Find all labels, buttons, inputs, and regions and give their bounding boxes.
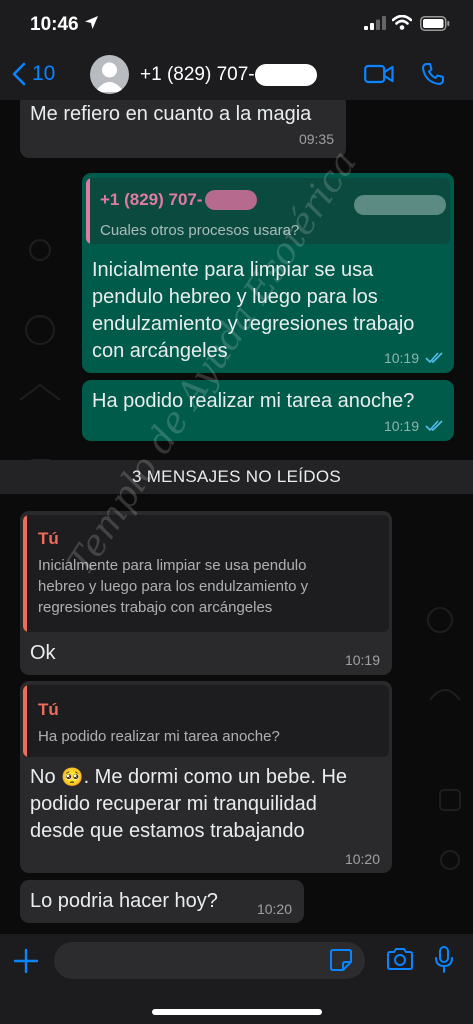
message-incoming[interactable]: Lo podria hacer hoy? 10:20 [20, 880, 304, 923]
message-text: Me refiero en cuanto a la magia [30, 103, 312, 125]
quote-text: Cuales otros procesos usara? [100, 222, 300, 239]
quote-author: Tú [38, 700, 59, 719]
unread-divider: 3 MENSAJES NO LEÍDOS [0, 460, 473, 494]
message-time: 10:20 [256, 901, 292, 917]
avatar-icon[interactable] [90, 55, 129, 94]
pleading-face-emoji: 🥺 [61, 767, 84, 787]
double-check-icon [425, 420, 443, 432]
message-input[interactable] [54, 942, 365, 979]
quote-author: Tú [38, 529, 59, 548]
quote-text: Inicialmente para limpiar se usa pendulo… [38, 557, 309, 616]
plus-icon[interactable] [13, 948, 39, 979]
message-text: Lo podria hacer hoy? [30, 890, 218, 912]
phone-icon[interactable] [421, 62, 445, 91]
quote-text: Ha podido realizar mi tarea anoche? [38, 728, 280, 745]
quote-bar [23, 515, 27, 632]
message-text: Ok [30, 642, 56, 664]
quoted-message[interactable]: Tú Inicialmente para limpiar se usa pend… [23, 515, 389, 632]
wifi-icon [391, 14, 413, 35]
quoted-message[interactable]: +1 (829) 707- Cuales otros procesos usar… [86, 178, 450, 244]
contact-name[interactable]: +1 (829) 707- [140, 64, 317, 86]
chat-header: 10 +1 (829) 707- [0, 50, 473, 100]
quote-bar [86, 178, 90, 244]
chat-area[interactable]: Me refiero en cuanto a la magia 09:35 +1… [0, 100, 473, 934]
chevron-left-icon [12, 62, 26, 86]
message-text: Inicialmente para limpiar se usa pendulo… [92, 259, 415, 362]
quoted-message[interactable]: Tú Ha podido realizar mi tarea anoche? [23, 685, 389, 757]
status-time: 10:46 [30, 14, 79, 35]
quote-author: +1 (829) 707- [100, 190, 203, 209]
message-outgoing[interactable]: Ha podido realizar mi tarea anoche? 10:1… [82, 380, 454, 441]
double-check-icon [425, 352, 443, 364]
message-time: 10:19 [384, 418, 444, 434]
message-time: 10:19 [384, 350, 444, 366]
location-arrow-icon [84, 15, 99, 35]
message-text: Ha podido realizar mi tarea anoche? [92, 390, 415, 412]
back-button[interactable]: 10 [12, 62, 55, 86]
home-indicator[interactable] [152, 1009, 322, 1015]
camera-icon[interactable] [386, 947, 414, 976]
redacted-label [354, 195, 446, 215]
message-incoming[interactable]: Tú Inicialmente para limpiar se usa pend… [20, 511, 392, 675]
message-text: No 🥺. Me dormi como un bebe. He podido r… [30, 766, 348, 842]
message-time: 10:19 [344, 652, 380, 668]
quote-bar [23, 685, 27, 757]
message-time: 09:35 [298, 131, 334, 147]
message-outgoing[interactable]: +1 (829) 707- Cuales otros procesos usar… [82, 173, 454, 373]
status-bar: 10:46 [0, 0, 473, 50]
message-incoming[interactable]: Tú Ha podido realizar mi tarea anoche? N… [20, 681, 392, 873]
video-call-icon[interactable] [364, 64, 394, 89]
message-time: 10:20 [344, 851, 380, 867]
battery-icon [420, 16, 450, 36]
redacted-number [254, 64, 317, 86]
message-incoming[interactable]: Me refiero en cuanto a la magia 09:35 [20, 100, 346, 158]
redacted-number [204, 190, 257, 210]
microphone-icon[interactable] [434, 946, 454, 979]
sticker-icon[interactable] [329, 948, 353, 977]
unread-count: 10 [32, 62, 56, 85]
signal-icon [364, 16, 386, 35]
